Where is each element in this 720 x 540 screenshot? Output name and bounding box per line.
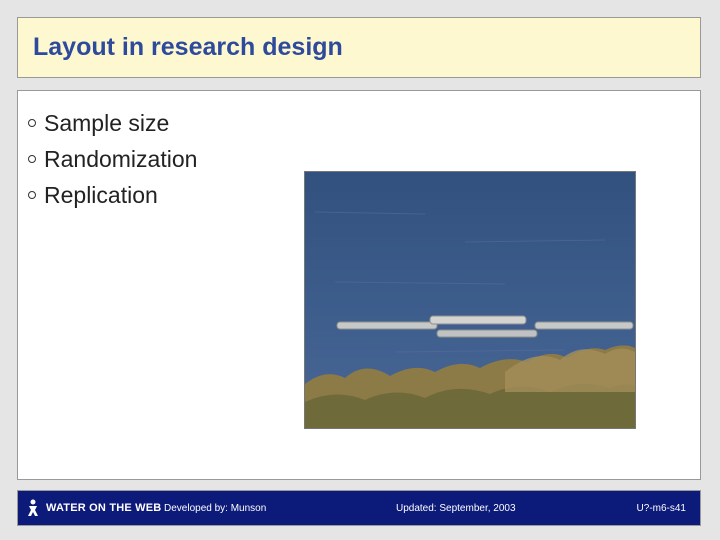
bullet-item: Replication [28,177,197,213]
updated-date: Updated: September, 2003 [396,503,516,514]
slide-code: U?-m6-s41 [636,503,686,514]
water-on-the-web-logo: WATER ON THE WEB [26,499,161,517]
content-box: Sample size Randomization Replication [17,90,701,480]
bullet-item: Randomization [28,141,197,177]
bullet-icon [28,155,36,163]
slide-title: Layout in research design [33,33,343,61]
bullet-text: Sample size [44,110,170,136]
bullet-item: Sample size [28,105,197,141]
developed-by: Developed by: Munson [164,503,267,514]
bullet-icon [28,119,36,127]
bullet-list: Sample size Randomization Replication [28,105,197,213]
title-box: Layout in research design [17,17,701,78]
bullet-text: Randomization [44,146,198,172]
bullet-text: Replication [44,182,158,208]
bullet-icon [28,191,36,199]
aquaculture-pens-photo [304,171,636,429]
footer-bar: WATER ON THE WEB Developed by: Munson Up… [17,490,701,526]
logo-figure-icon [28,499,38,516]
logo-text: WATER ON THE WEB [46,502,162,514]
